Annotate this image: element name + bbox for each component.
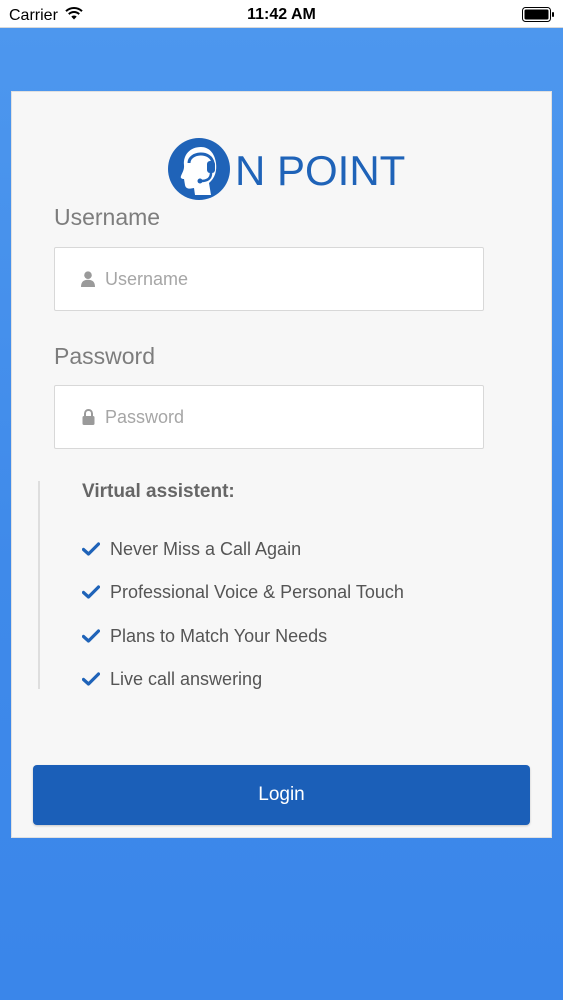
login-card: N POINT Username Password Virtual assist… xyxy=(11,91,552,838)
password-field[interactable] xyxy=(54,385,484,449)
checkmark-icon xyxy=(82,585,110,599)
feature-text: Professional Voice & Personal Touch xyxy=(110,581,404,602)
feature-text: Plans to Match Your Needs xyxy=(110,625,328,646)
feature-item: Live call answering xyxy=(82,665,262,693)
status-time: 11:42 AM xyxy=(247,6,316,23)
checkmark-icon xyxy=(82,542,110,556)
on-point-logo: N POINT xyxy=(167,137,407,206)
password-input[interactable] xyxy=(105,406,465,428)
checkmark-icon xyxy=(82,629,110,643)
headset-logo-icon xyxy=(167,137,231,206)
battery-icon xyxy=(522,7,555,22)
feature-item: Plans to Match Your Needs xyxy=(82,622,327,650)
features-title: Virtual assistent: xyxy=(82,481,235,502)
password-label: Password xyxy=(54,343,155,369)
feature-text: Never Miss a Call Again xyxy=(110,538,302,559)
username-field[interactable] xyxy=(54,247,484,311)
status-bar: Carrier 11:42 AM xyxy=(0,0,563,28)
login-button[interactable]: Login xyxy=(33,765,530,825)
user-icon xyxy=(55,271,105,287)
username-label: Username xyxy=(54,204,161,230)
checkmark-icon xyxy=(82,672,110,686)
username-input[interactable] xyxy=(105,268,465,290)
lock-icon xyxy=(55,409,105,425)
features-panel: Virtual assistent: Never Miss a Call Aga… xyxy=(38,481,518,689)
feature-item: Never Miss a Call Again xyxy=(82,535,301,563)
logo-text: N POINT xyxy=(235,147,406,194)
feature-text: Live call answering xyxy=(110,668,263,689)
feature-item: Professional Voice & Personal Touch xyxy=(82,578,404,606)
